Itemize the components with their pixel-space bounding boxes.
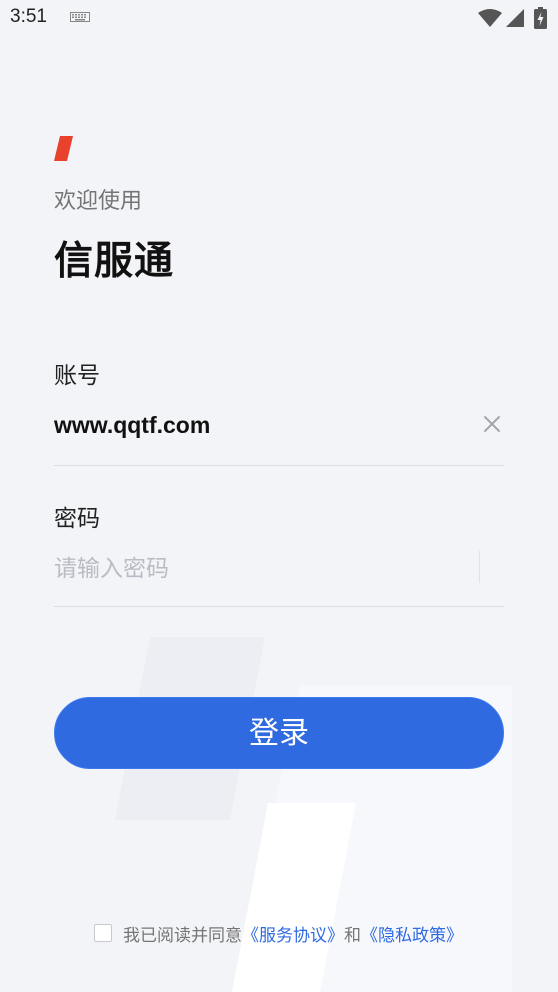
battery-icon bbox=[534, 7, 547, 29]
agreement-row: 我已阅读并同意 《服务协议》 和 《隐私政策》 bbox=[94, 921, 463, 946]
agreement-conjunction: 和 bbox=[344, 925, 361, 946]
signal-icon bbox=[506, 9, 524, 27]
agreement-checkbox[interactable] bbox=[94, 924, 112, 942]
status-time: 3:51 bbox=[10, 6, 47, 27]
clear-icon[interactable] bbox=[482, 414, 502, 434]
account-input[interactable] bbox=[54, 405, 454, 445]
login-button[interactable]: 登录 bbox=[54, 697, 504, 769]
account-field-row bbox=[54, 405, 504, 466]
welcome-text: 欢迎使用 bbox=[54, 189, 143, 214]
privacy-policy-link[interactable]: 《隐私政策》 bbox=[361, 921, 463, 946]
password-input[interactable] bbox=[54, 548, 454, 588]
service-agreement-link[interactable]: 《服务协议》 bbox=[242, 921, 344, 946]
agreement-prefix: 我已阅读并同意 bbox=[123, 925, 242, 946]
account-label: 账号 bbox=[54, 363, 100, 389]
password-label: 密码 bbox=[54, 506, 100, 532]
status-bar: 3:51 bbox=[0, 0, 558, 38]
wifi-icon bbox=[478, 9, 502, 27]
field-divider bbox=[479, 551, 480, 583]
password-field-row bbox=[54, 546, 504, 607]
app-title: 信服通 bbox=[54, 239, 175, 284]
logo-mark bbox=[54, 136, 73, 161]
keyboard-icon bbox=[70, 12, 90, 22]
